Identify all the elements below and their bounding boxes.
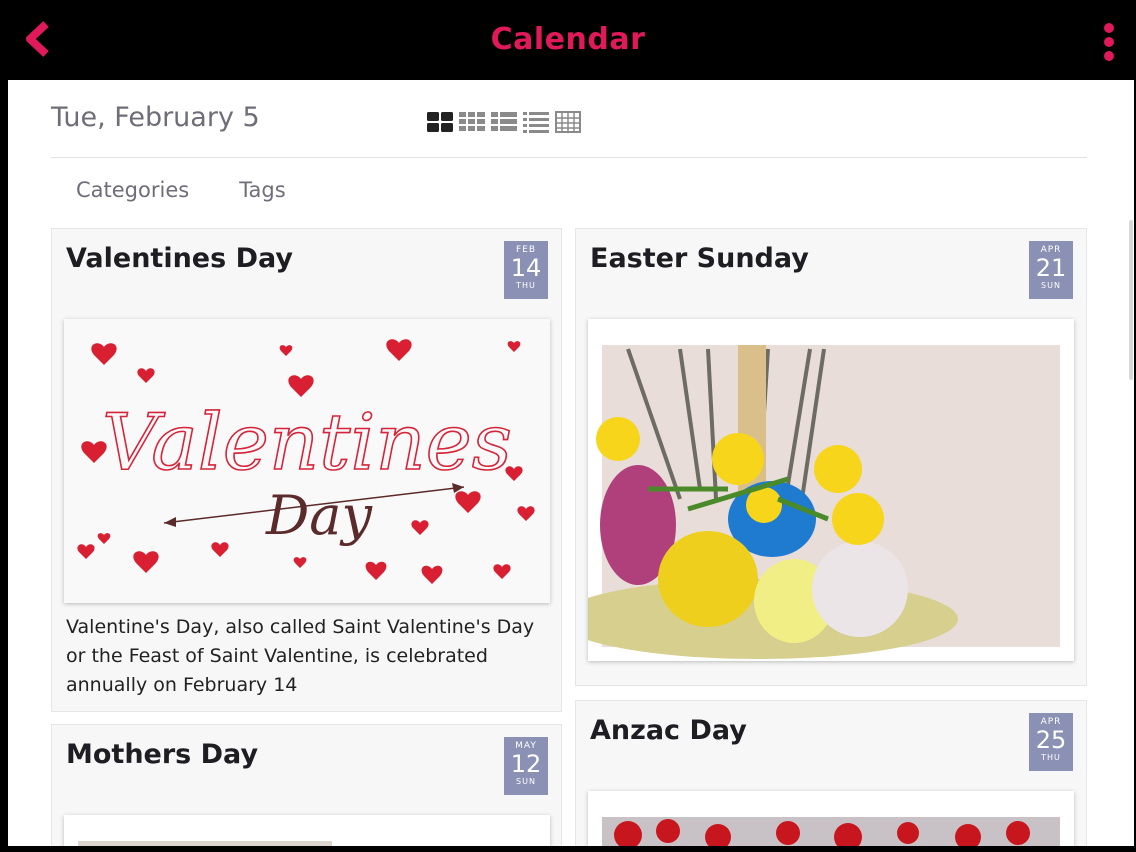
kebab-menu-icon[interactable]	[1102, 22, 1116, 62]
current-date-heading: Tue, February 5	[51, 102, 260, 133]
list-icon[interactable]	[522, 110, 550, 134]
list-thumb-icon[interactable]	[490, 110, 518, 134]
grid-large-icon[interactable]	[426, 110, 454, 134]
scrollbar[interactable]	[1126, 80, 1134, 846]
event-title: Valentines Day	[66, 243, 293, 274]
event-card-easter[interactable]: Easter Sunday APR 21 SUN	[575, 228, 1087, 686]
valentines-script-text: Valentines	[102, 398, 512, 488]
bottom-edge	[0, 846, 1136, 852]
month-grid-icon[interactable]	[554, 110, 582, 134]
scrollbar-thumb[interactable]	[1129, 220, 1133, 380]
event-image[interactable]: Valentines Day	[64, 319, 550, 603]
calendar-content[interactable]: Tue, February 5 Categories Tags Valentin…	[8, 80, 1134, 846]
date-badge: APR 21 SUN	[1029, 241, 1073, 299]
event-title: Mothers Day	[66, 739, 259, 770]
event-description: Valentine's Day, also called Saint Valen…	[66, 616, 535, 696]
app-header: Calendar	[0, 0, 1136, 80]
view-mode-switcher	[426, 110, 582, 134]
date-badge: MAY 12 SUN	[504, 737, 548, 795]
header-divider	[51, 157, 1087, 158]
event-image[interactable]	[588, 791, 1074, 846]
tab-categories[interactable]: Categories	[76, 178, 189, 202]
event-title: Easter Sunday	[590, 243, 809, 274]
date-badge: APR 25 THU	[1029, 713, 1073, 771]
event-card-valentines[interactable]: Valentines Day FEB 14 THU Valentines Day…	[51, 228, 562, 712]
filter-tabs: Categories Tags	[76, 178, 286, 202]
event-title: Anzac Day	[590, 715, 747, 746]
event-card-anzac[interactable]: Anzac Day APR 25 THU	[575, 700, 1087, 846]
event-image[interactable]	[64, 815, 550, 846]
event-image[interactable]	[588, 319, 1074, 661]
app-title: Calendar	[490, 22, 646, 57]
grid-small-icon[interactable]	[458, 110, 486, 134]
day-script-text: Day	[265, 484, 373, 547]
event-card-mothers[interactable]: Mothers Day MAY 12 SUN	[51, 724, 562, 846]
date-badge: FEB 14 THU	[504, 241, 548, 299]
tab-tags[interactable]: Tags	[239, 178, 286, 202]
